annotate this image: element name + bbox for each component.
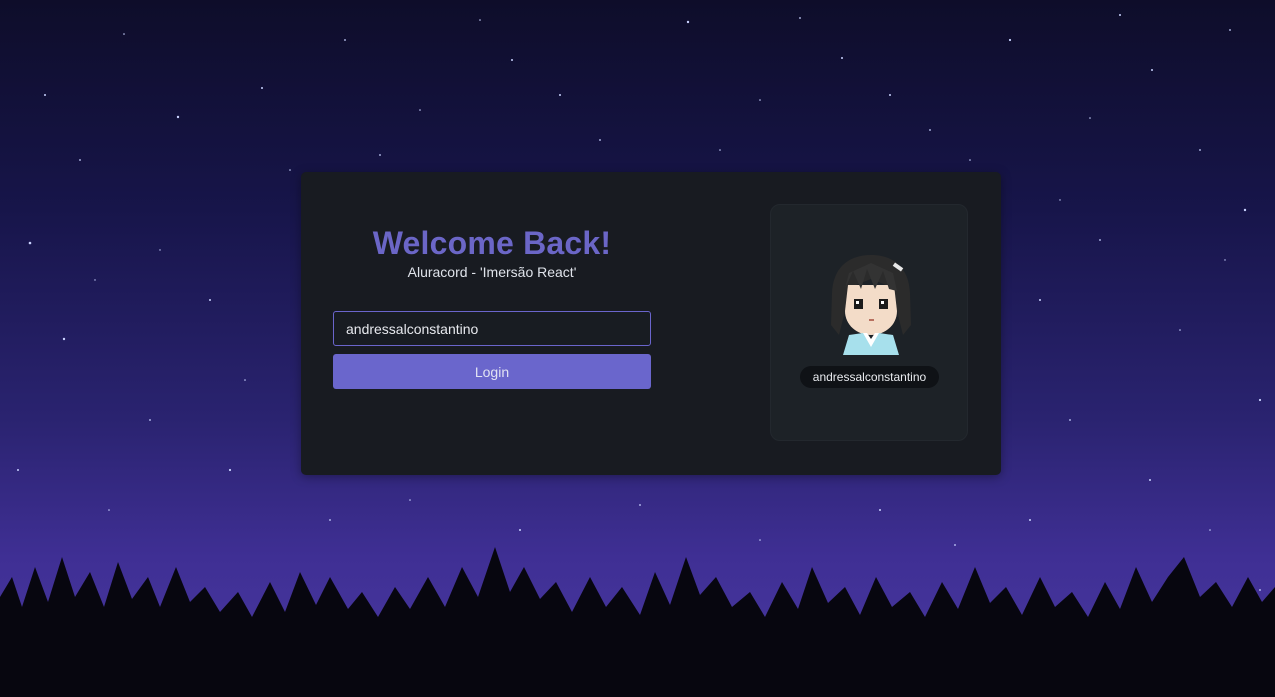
app-subtitle: Aluracord - 'Imersão React'	[407, 264, 577, 280]
login-card: Welcome Back! Aluracord - 'Imersão React…	[301, 172, 1001, 475]
forest-silhouette	[0, 547, 1275, 697]
welcome-title: Welcome Back!	[372, 225, 612, 261]
login-button[interactable]: Login	[333, 354, 651, 389]
profile-preview-panel: andressalconstantino	[770, 204, 968, 441]
login-form: Welcome Back! Aluracord - 'Imersão React…	[333, 172, 651, 475]
username-input[interactable]	[333, 311, 651, 346]
profile-username-badge: andressalconstantino	[800, 366, 939, 388]
avatar	[831, 255, 911, 355]
